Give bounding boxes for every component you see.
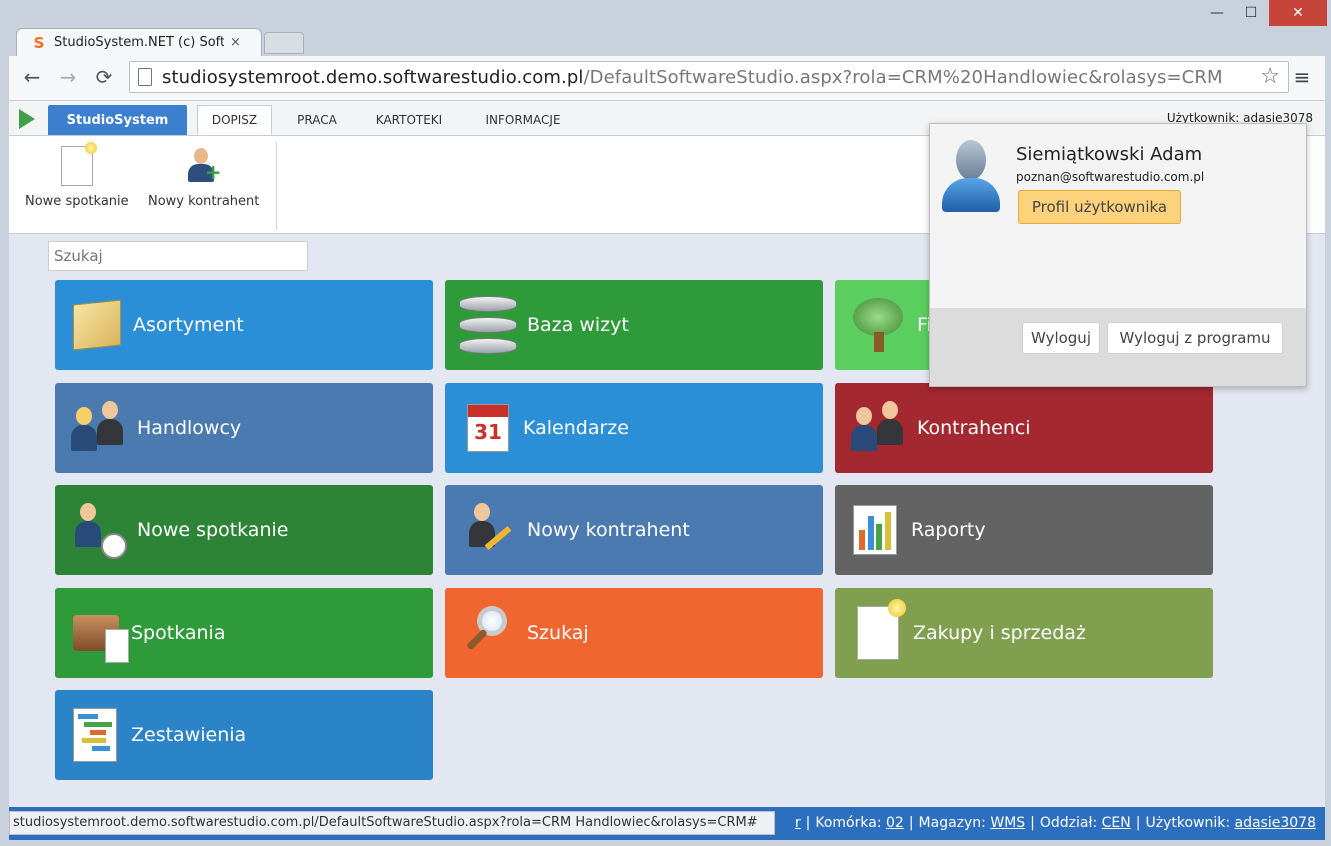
address-bar[interactable]: studiosystemroot.demo.softwarestudio.com… <box>129 61 1289 93</box>
person-clock-icon <box>69 501 127 559</box>
status-warehouse-link[interactable]: WMS <box>990 815 1025 831</box>
new-tab-button[interactable] <box>264 32 304 54</box>
url-path: /DefaultSoftwareStudio.aspx?rola=CRM%20H… <box>583 66 1223 88</box>
status-info: r | Komórka: 02 | Magazyn: WMS | Oddział: CEN |… <box>794 815 1316 831</box>
minimize-button[interactable]: — <box>1200 0 1234 26</box>
tile-kontrahenci[interactable]: Kontrahenci <box>835 383 1213 473</box>
status-partial-link[interactable]: r <box>795 815 801 831</box>
user-email: poznan@softwarestudio.com.pl <box>1016 170 1205 184</box>
studiosystem-button[interactable]: StudioSystem <box>48 105 187 135</box>
status-branch-label: Oddział: <box>1039 815 1098 831</box>
gantt-icon <box>73 708 117 762</box>
tile-label: Spotkania <box>131 622 226 644</box>
ribbon-new-contractor-label: Nowy kontrahent <box>148 194 260 209</box>
tab-dopisz[interactable]: DOPISZ <box>197 105 272 135</box>
logout-program-button[interactable]: Wyloguj z programu <box>1107 322 1283 354</box>
briefcase-icon <box>73 615 129 663</box>
url-host: studiosystemroot.demo.softwarestudio.com… <box>162 66 584 88</box>
status-cell-label: Komórka: <box>815 815 882 831</box>
tile-baza-wizyt[interactable]: Baza wizyt <box>445 280 823 370</box>
box-icon <box>73 299 121 351</box>
back-arrow-icon[interactable]: ← <box>19 64 45 90</box>
ribbon-divider <box>276 142 277 230</box>
link-hover-url: studiosystemroot.demo.softwarestudio.com… <box>9 811 775 835</box>
tile-szukaj[interactable]: Szukaj <box>445 588 823 678</box>
calendar-number: 31 <box>474 420 502 444</box>
tree-icon <box>849 296 907 354</box>
tile-label: Nowy kontrahent <box>527 519 690 541</box>
user-popup-footer: Wyloguj Wyloguj z programu <box>930 308 1306 386</box>
tile-label: Kalendarze <box>523 417 629 439</box>
tile-spotkania[interactable]: Spotkania <box>55 588 433 678</box>
status-cell-link[interactable]: 02 <box>886 815 904 831</box>
tab-kartoteki[interactable]: KARTOTEKI <box>364 105 454 135</box>
tile-label: Asortyment <box>133 314 244 336</box>
calendar-icon: 31 <box>467 404 509 452</box>
reload-icon[interactable]: ⟳ <box>91 64 117 90</box>
tile-label: Szukaj <box>527 622 589 644</box>
person-pen-icon <box>459 501 517 559</box>
tile-raporty[interactable]: Raporty <box>835 485 1213 575</box>
user-avatar-icon <box>940 140 1002 212</box>
tile-handlowcy[interactable]: Handlowcy <box>55 383 433 473</box>
app-area: StudioSystem DOPISZ PRACA KARTOTEKI INFO… <box>9 101 1325 840</box>
tab-praca[interactable]: PRACA <box>279 105 355 135</box>
status-user-link[interactable]: adasie3078 <box>1235 815 1316 831</box>
database-icon <box>459 296 517 354</box>
maximize-button[interactable]: ☐ <box>1234 0 1268 26</box>
tile-nowe-spotkanie[interactable]: Nowe spotkanie <box>55 485 433 575</box>
document-icon <box>857 599 906 660</box>
salespeople-icon <box>69 399 127 457</box>
browser-window: — ☐ ✕ S StudioSystem.NET (c) Soft × ← → … <box>0 0 1331 846</box>
tile-zestawienia[interactable]: Zestawienia <box>55 690 433 780</box>
ribbon-new-meeting-label: Nowe spotkanie <box>25 194 129 209</box>
browser-toolbar: ← → ⟳ studiosystemroot.demo.softwarestud… <box>9 56 1325 101</box>
ribbon-new-contractor-button[interactable]: + Nowy kontrahent <box>148 146 259 209</box>
tab-title: StudioSystem.NET (c) Soft <box>54 35 224 50</box>
browser-menu-icon[interactable]: ≡ <box>1291 64 1313 90</box>
tile-label: Zakupy i sprzedaż <box>913 622 1086 644</box>
play-icon[interactable] <box>19 109 35 129</box>
logout-button[interactable]: Wyloguj <box>1022 322 1100 354</box>
tab-close-icon[interactable]: × <box>230 35 241 50</box>
browser-tab[interactable]: S StudioSystem.NET (c) Soft × <box>16 28 262 56</box>
tab-informacje[interactable]: INFORMACJE <box>469 105 577 135</box>
tile-label: Baza wizyt <box>527 314 629 336</box>
status-user-label: Użytkownik: <box>1145 815 1231 831</box>
close-window-button[interactable]: ✕ <box>1269 0 1327 26</box>
forward-arrow-icon[interactable]: → <box>55 64 81 90</box>
url-text: studiosystemroot.demo.softwarestudio.com… <box>162 67 1223 88</box>
bookmark-star-icon[interactable]: ☆ <box>1260 64 1280 89</box>
tile-label: Kontrahenci <box>917 417 1031 439</box>
tile-label: Nowe spotkanie <box>137 519 289 541</box>
status-branch-link[interactable]: CEN <box>1102 815 1131 831</box>
user-profile-button[interactable]: Profil użytkownika <box>1018 190 1181 224</box>
tile-kalendarze[interactable]: 31 Kalendarze <box>445 383 823 473</box>
tile-asortyment[interactable]: Asortyment <box>55 280 433 370</box>
magnifier-icon <box>459 604 517 662</box>
tile-nowy-kontrahent[interactable]: Nowy kontrahent <box>445 485 823 575</box>
report-chart-icon <box>853 505 897 555</box>
studiosystem-favicon-icon: S <box>33 33 45 52</box>
tile-label: Zestawienia <box>131 724 247 746</box>
search-input[interactable] <box>48 241 308 271</box>
add-contractor-icon: + <box>186 146 222 186</box>
page-icon <box>138 68 152 86</box>
new-document-icon <box>60 142 97 186</box>
contractors-icon <box>849 399 907 457</box>
tile-label: Raporty <box>911 519 986 541</box>
status-warehouse-label: Magazyn: <box>918 815 986 831</box>
user-name: Siemiątkowski Adam <box>1016 144 1203 165</box>
user-popup: Siemiątkowski Adam poznan@softwarestudio… <box>929 123 1307 387</box>
ribbon-new-meeting-button[interactable]: Nowe spotkanie <box>25 142 129 209</box>
tile-label: Handlowcy <box>137 417 242 439</box>
tile-zakupy-i-sprzedaz[interactable]: Zakupy i sprzedaż <box>835 588 1213 678</box>
